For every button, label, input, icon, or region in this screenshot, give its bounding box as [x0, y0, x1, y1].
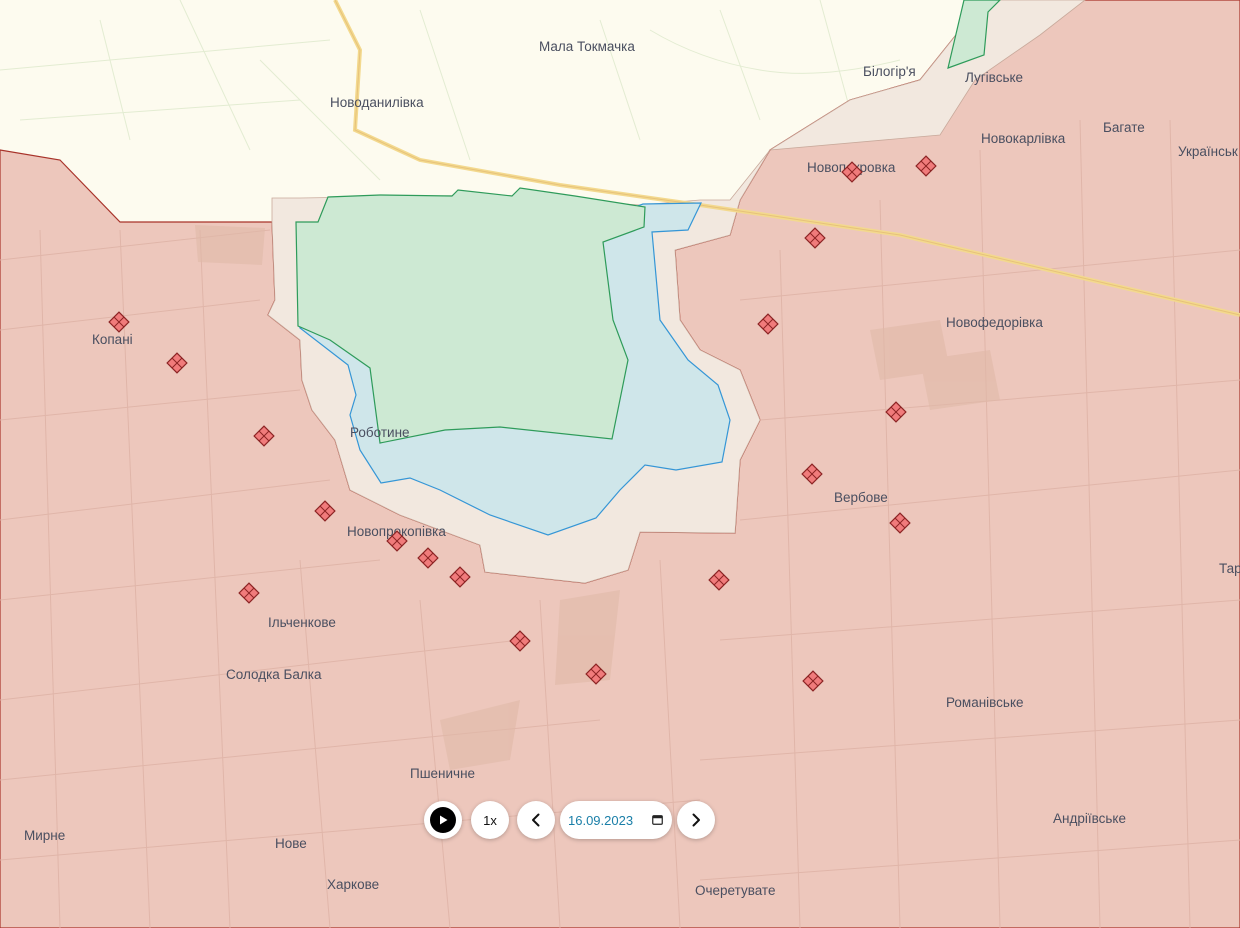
town-novofedorivka: Новофедорівка	[946, 315, 1043, 330]
speed-label: 1x	[483, 812, 497, 828]
town-romanivske: Романівське	[946, 695, 1024, 710]
chevron-left-icon	[532, 813, 540, 827]
town-tar: Тар	[1219, 561, 1240, 576]
town-ilchenkove: Ільченкове	[268, 615, 336, 630]
town-verbove: Вербове	[834, 490, 888, 505]
play-button[interactable]	[424, 801, 462, 839]
town-andriivske: Андріївське	[1053, 811, 1126, 826]
speed-button[interactable]: 1x	[471, 801, 509, 839]
town-kharkove: Харкове	[327, 877, 379, 892]
town-novokarlivka: Новокарлівка	[981, 131, 1066, 146]
town-luhivske: Лугівське	[965, 70, 1023, 85]
date-value: 16.09.2023	[568, 812, 634, 828]
chevron-right-icon	[692, 813, 700, 827]
town-nove: Нове	[275, 836, 307, 851]
date-input[interactable]: 16.09.2023	[560, 801, 672, 839]
next-date-button[interactable]	[677, 801, 715, 839]
town-myrne: Мирне	[24, 828, 65, 843]
play-icon	[430, 807, 456, 833]
previous-date-button[interactable]	[517, 801, 555, 839]
calendar-icon[interactable]	[652, 814, 663, 825]
town-novodanylivka: Новоданилівка	[330, 95, 424, 110]
town-robotyne: Роботине	[350, 425, 410, 440]
town-bilohirya: Білогір'я	[863, 64, 916, 79]
map-canvas[interactable]: Мала Токмачка Білогір'я Лугівське Новода…	[0, 0, 1240, 928]
town-bahate: Багате	[1103, 120, 1145, 135]
town-mala-tokmachka: Мала Токмачка	[539, 39, 635, 54]
town-pshenychne: Пшеничне	[410, 766, 475, 781]
town-solodka-balka: Солодка Балка	[226, 667, 322, 682]
town-ocheretuvate: Очеретувате	[695, 883, 775, 898]
town-kopani: Копані	[92, 332, 133, 347]
town-ukrainsk: Українськ	[1178, 144, 1238, 159]
